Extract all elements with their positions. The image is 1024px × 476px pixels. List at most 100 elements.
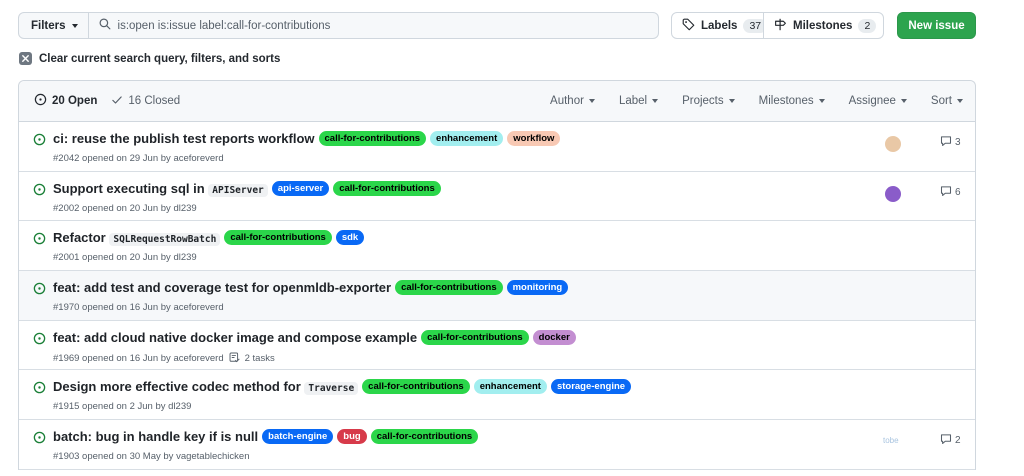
issue-title-text: Refactor: [53, 230, 110, 246]
issue-title[interactable]: feat: add cloud native docker image and …: [53, 330, 417, 345]
milestones-count: 2: [858, 18, 877, 33]
assignee-avatar[interactable]: [885, 136, 901, 152]
milestone-icon: [774, 18, 787, 34]
assignee-avatar[interactable]: tobe: [883, 436, 899, 445]
issue-title-code: Traverse: [304, 382, 359, 396]
issue-meta: #2002 opened on 20 Jun by dl239: [53, 203, 197, 214]
issue-title[interactable]: Refactor SQLRequestRowBatch: [53, 230, 221, 247]
caret-down-icon: [728, 99, 735, 103]
list-filters: Author Label Projects Milestones Assigne…: [526, 95, 963, 107]
search-input[interactable]: [117, 19, 638, 32]
issue-title-text: Design more effective codec method for: [53, 379, 305, 395]
label-badge[interactable]: call-for-contributions: [333, 180, 441, 196]
label-badge[interactable]: call-for-contributions: [224, 230, 332, 246]
x-icon: [19, 52, 32, 65]
label-badge[interactable]: api-server: [271, 180, 330, 196]
tasklist-icon: [229, 352, 240, 366]
sort-filter-label: Sort: [930, 95, 952, 107]
assignee-filter-label: Assignee: [848, 95, 896, 107]
label-badge[interactable]: enhancement: [473, 379, 547, 395]
comment-count: 6: [955, 186, 961, 198]
issue-title[interactable]: feat: add test and coverage test for ope…: [53, 280, 391, 295]
assignee-avatar[interactable]: [885, 185, 901, 202]
closed-issues-tab[interactable]: 16 Closed: [111, 94, 180, 109]
issue-title[interactable]: ci: reuse the publish test reports workf…: [53, 131, 315, 146]
milestones-filter[interactable]: Milestones: [759, 95, 825, 107]
issue-row[interactable]: feat: add test and coverage test for ope…: [19, 271, 975, 321]
caret-down-icon: [957, 99, 963, 103]
issue-row[interactable]: ci: reuse the publish test reports workf…: [19, 122, 975, 172]
search-box[interactable]: [88, 12, 659, 39]
issue-meta-text: #1970 opened on 16 Jun by aceforeverd: [53, 302, 224, 314]
issue-title[interactable]: batch: bug in handle key if is null: [53, 429, 258, 444]
tag-icon: [682, 18, 695, 34]
author-filter[interactable]: Author: [550, 95, 595, 107]
new-issue-button[interactable]: New issue: [897, 12, 976, 39]
label-badge[interactable]: sdk: [335, 230, 365, 246]
clear-filters-text: Clear current search query, filters, and…: [39, 52, 281, 65]
label-badge[interactable]: monitoring: [506, 280, 569, 296]
tasks-count: 2 tasks: [244, 353, 275, 365]
labels-button[interactable]: Labels 37: [671, 12, 768, 39]
issue-row[interactable]: batch: bug in handle key if is null batc…: [19, 420, 975, 470]
label-badge[interactable]: docker: [532, 329, 576, 345]
issue-title[interactable]: Support executing sql in APIServer: [53, 181, 268, 197]
label-filter-label: Label: [618, 95, 648, 107]
author-filter-label: Author: [550, 95, 584, 107]
issue-meta: #2001 opened on 20 Jun by dl239: [53, 252, 197, 263]
issues-toolbar: Filters Labels 37 Milestones 2 New issue: [18, 12, 976, 39]
issue-meta-text: #1903 opened on 30 May by vagetablechick…: [53, 451, 250, 463]
label-badge[interactable]: call-for-contributions: [362, 379, 470, 395]
caret-down-icon: [818, 99, 825, 103]
label-badge[interactable]: call-for-contributions: [370, 429, 479, 445]
label-badge[interactable]: call-for-contributions: [318, 131, 427, 146]
comments-link[interactable]: 3: [940, 135, 961, 150]
label-badge[interactable]: workflow: [507, 131, 561, 146]
label-badge[interactable]: batch-engine: [262, 429, 334, 445]
issue-title[interactable]: Design more effective codec method for T…: [53, 379, 359, 396]
issue-meta-text: #1969 opened on 16 Jun by aceforeverd: [53, 353, 224, 365]
issues-list: 20 Open 16 Closed Author Label Projects …: [18, 80, 976, 470]
issue-meta-text: #2042 opened on 29 Jun by aceforeverd: [53, 153, 224, 164]
label-badge[interactable]: bug: [337, 429, 367, 445]
comments-link[interactable]: 2: [940, 433, 961, 448]
comment-icon: [940, 185, 952, 200]
issue-row[interactable]: Design more effective codec method for T…: [19, 370, 975, 421]
comments-link[interactable]: 6: [940, 185, 961, 200]
comment-icon: [940, 433, 952, 448]
comment-count: 3: [955, 137, 961, 148]
label-badge[interactable]: enhancement: [430, 131, 504, 146]
issue-title-line: feat: add test and coverage test for ope…: [53, 280, 569, 296]
milestones-filter-label: Milestones: [758, 95, 814, 107]
issue-opened-icon: [33, 431, 46, 447]
issue-opened-icon: [33, 381, 46, 397]
issue-meta: #1970 opened on 16 Jun by aceforeverd: [53, 302, 224, 313]
issue-title-code: SQLRequestRowBatch: [109, 233, 221, 247]
issue-row[interactable]: Support executing sql in APIServer api-s…: [19, 172, 975, 222]
label-filter[interactable]: Label: [618, 95, 659, 107]
issue-opened-icon: [33, 282, 46, 298]
filters-dropdown-button[interactable]: Filters: [18, 12, 89, 39]
issue-row[interactable]: Refactor SQLRequestRowBatch call-for-con…: [19, 221, 975, 272]
comment-count: 2: [955, 435, 961, 447]
issue-title-line: batch: bug in handle key if is null batc…: [53, 429, 479, 445]
issue-row[interactable]: feat: add cloud native docker image and …: [19, 321, 975, 371]
label-badge[interactable]: storage-engine: [550, 379, 632, 395]
clear-filters-link[interactable]: Clear current search query, filters, and…: [19, 52, 280, 65]
issue-title-line: Design more effective codec method for T…: [53, 379, 632, 396]
issue-opened-icon: [33, 332, 46, 348]
open-issues-tab[interactable]: 20 Open: [34, 93, 97, 109]
issue-opened-icon: [34, 93, 47, 109]
issue-meta-text: #2001 opened on 20 Jun by dl239: [53, 252, 197, 264]
sort-filter[interactable]: Sort: [931, 95, 963, 107]
assignee-filter[interactable]: Assignee: [849, 95, 907, 107]
milestones-button[interactable]: Milestones 2: [763, 12, 884, 39]
caret-down-icon: [900, 99, 907, 103]
label-badge[interactable]: call-for-contributions: [421, 329, 529, 345]
issue-opened-icon: [33, 232, 46, 248]
projects-filter[interactable]: Projects: [682, 95, 735, 107]
label-badge[interactable]: call-for-contributions: [395, 280, 503, 296]
filters-label: Filters: [31, 19, 66, 32]
closed-count-label: 16 Closed: [128, 95, 181, 107]
issue-meta-text: #1915 opened on 2 Jun by dl239: [53, 401, 192, 413]
